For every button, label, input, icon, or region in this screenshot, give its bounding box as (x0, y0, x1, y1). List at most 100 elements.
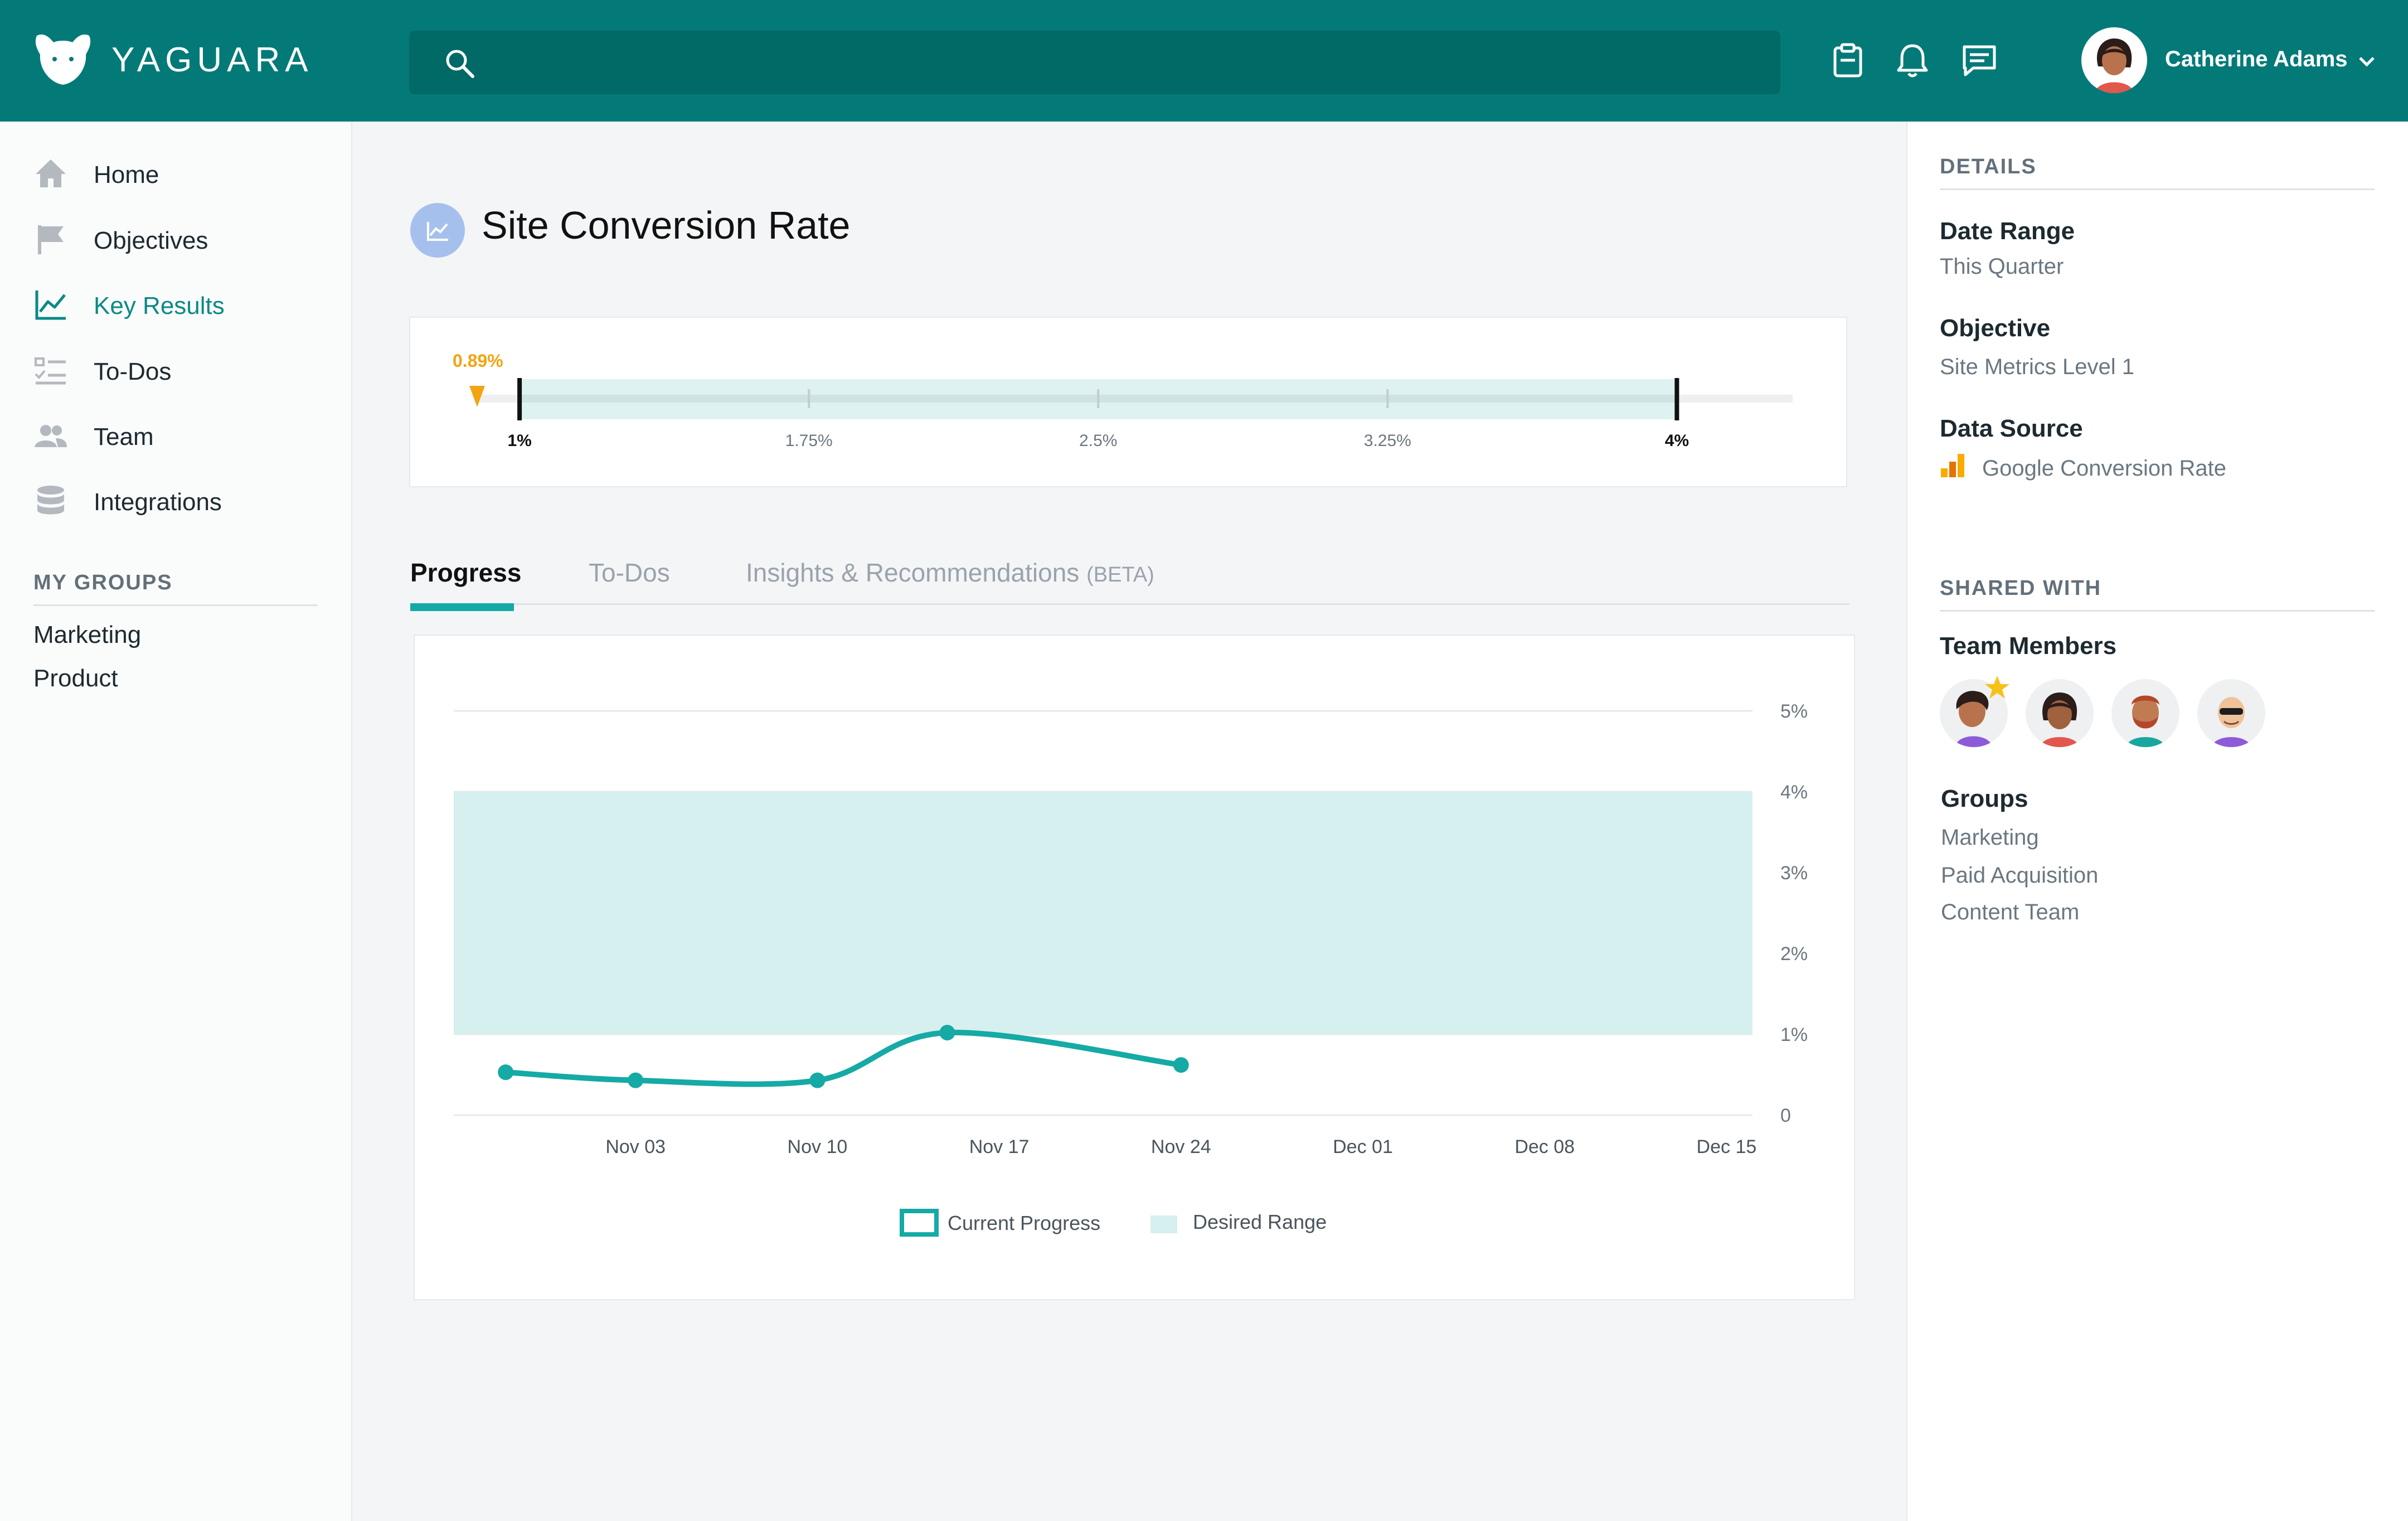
active-tab-indicator (410, 603, 514, 611)
range-tick (1097, 389, 1100, 408)
y-tick-label: 1% (1780, 1024, 1808, 1045)
range-tick (1674, 378, 1679, 420)
sidebar-item-label: Objectives (94, 227, 208, 254)
divider (33, 604, 318, 606)
team-icon (35, 425, 67, 447)
user-name[interactable]: Catherine Adams (2165, 47, 2348, 72)
range-tick (517, 378, 522, 420)
bell-icon[interactable] (1894, 42, 1931, 79)
data-point[interactable] (939, 1025, 955, 1041)
data-point[interactable] (1173, 1057, 1189, 1073)
member-avatar-icon (2212, 697, 2251, 747)
chevron-down-icon[interactable] (2357, 54, 2377, 70)
divider (1940, 188, 2375, 190)
line-chart-icon (427, 222, 448, 241)
current-progress-line (503, 1029, 1184, 1087)
search-icon (446, 50, 474, 78)
key-result-badge (410, 203, 465, 258)
y-tick-label: 0 (1780, 1105, 1791, 1126)
google-analytics-icon (1941, 454, 1964, 477)
data-point[interactable] (809, 1072, 826, 1088)
user-avatar[interactable] (2081, 27, 2147, 93)
progress-chart-card: 0 1% 2% 3% 4% 5% Nov 03 Nov 10 Nov 17 Nov 24 Dec … (414, 634, 1855, 1300)
current-value-label: 0.89% (453, 351, 503, 371)
range-bar: 1% 1.75% 2.5% 3.25% 4% 0.89% (453, 351, 1793, 450)
date-range-value: This Quarter (1940, 254, 2064, 279)
flag-icon (38, 225, 64, 254)
sidebar-item-label: To-Dos (94, 358, 172, 385)
objective-label: Objective (1940, 314, 2051, 342)
objective-value[interactable]: Site Metrics Level 1 (1940, 355, 2134, 380)
beta-badge: (BETA) (1086, 563, 1154, 587)
legend-current-label: Current Progress (948, 1212, 1100, 1234)
range-tick (808, 389, 810, 408)
database-icon (37, 486, 64, 515)
date-range-label: Date Range (1940, 217, 2075, 245)
data-source-value[interactable]: Google Conversion Rate (1982, 456, 2226, 481)
tab-to-dos[interactable]: To-Dos (589, 558, 670, 588)
x-tick-label: Nov 10 (788, 1136, 848, 1157)
data-source-label: Data Source (1940, 415, 2083, 442)
star-icon (1985, 676, 2009, 699)
sidebar-item-label: Team (94, 423, 154, 451)
legend-current-swatch (900, 1209, 939, 1237)
groups-label: Groups (1941, 785, 2028, 812)
divider (1940, 610, 2375, 612)
sidebar-item-objectives[interactable]: Objectives (33, 220, 323, 259)
shared-group-marketing[interactable]: Marketing (1941, 825, 2039, 850)
shared-group-paid-acquisition[interactable]: Paid Acquisition (1941, 863, 2098, 888)
range-tick (1386, 389, 1389, 408)
legend-desired-swatch (1150, 1215, 1177, 1233)
range-tick-label: 1.75% (785, 432, 833, 450)
team-member-avatar[interactable] (2026, 679, 2094, 747)
page-title: Site Conversion Rate (482, 204, 851, 247)
search-input[interactable] (493, 42, 1747, 83)
x-tick-label: Nov 24 (1151, 1136, 1211, 1157)
sidebar-item-key-results[interactable]: Key Results (33, 285, 323, 324)
team-member-avatar[interactable] (2111, 679, 2179, 747)
chat-icon[interactable] (1961, 42, 1998, 79)
y-tick-label: 5% (1780, 701, 1808, 722)
search-bar[interactable] (409, 31, 1780, 94)
shared-with-heading: SHARED WITH (1940, 577, 2102, 600)
tab-insights[interactable]: Insights & Recommendations (BETA) (746, 558, 1154, 588)
sidebar-group-marketing[interactable]: Marketing (33, 621, 141, 649)
data-point[interactable] (498, 1064, 514, 1081)
woman-avatar-icon (2095, 38, 2134, 93)
details-heading: DETAILS (1940, 155, 2037, 178)
shared-group-content-team[interactable]: Content Team (1941, 900, 2079, 925)
home-icon (36, 159, 66, 187)
checklist-icon (35, 357, 66, 385)
clipboard-icon[interactable] (1829, 42, 1866, 79)
x-tick-label: Dec 01 (1333, 1136, 1393, 1157)
sidebar-item-home[interactable]: Home (33, 154, 323, 193)
range-tick-label: 4% (1665, 432, 1689, 450)
range-tick-label: 2.5% (1079, 432, 1117, 450)
desired-range-area (454, 792, 1752, 1034)
sidebar-item-team[interactable]: Team (33, 416, 323, 455)
tab-progress[interactable]: Progress (410, 558, 521, 588)
x-tick-label: Nov 03 (605, 1136, 666, 1157)
range-card: 1% 1.75% 2.5% 3.25% 4% 0.89% (409, 317, 1847, 487)
x-tick-label: Dec 08 (1514, 1136, 1575, 1157)
data-point[interactable] (628, 1072, 644, 1088)
team-member-avatar[interactable] (2197, 679, 2265, 747)
sidebar-item-to-dos[interactable]: To-Dos (33, 351, 323, 390)
team-members-label: Team Members (1940, 632, 2117, 660)
tabs-divider (410, 603, 1849, 605)
brand-name[interactable]: YAGUARA (111, 40, 313, 80)
y-tick-label: 4% (1780, 782, 1808, 803)
jaguar-logo-icon[interactable] (32, 32, 94, 86)
y-tick-label: 2% (1780, 943, 1808, 965)
member-avatar-icon (2040, 692, 2079, 747)
progress-chart: 0 1% 2% 3% 4% 5% Nov 03 Nov 10 Nov 17 Nov 24 Dec … (454, 701, 1808, 1237)
sidebar-item-label: Integrations (94, 488, 222, 516)
line-chart-icon (35, 290, 66, 320)
tab-label: Insights & Recommendations (746, 558, 1080, 587)
x-tick-label: Nov 17 (969, 1136, 1030, 1157)
sidebar-group-product[interactable]: Product (33, 665, 118, 692)
sidebar-item-integrations[interactable]: Integrations (33, 481, 323, 520)
y-tick-label: 3% (1780, 863, 1808, 884)
sidebar-item-label: Key Results (94, 292, 225, 319)
legend-desired-label: Desired Range (1193, 1210, 1327, 1233)
